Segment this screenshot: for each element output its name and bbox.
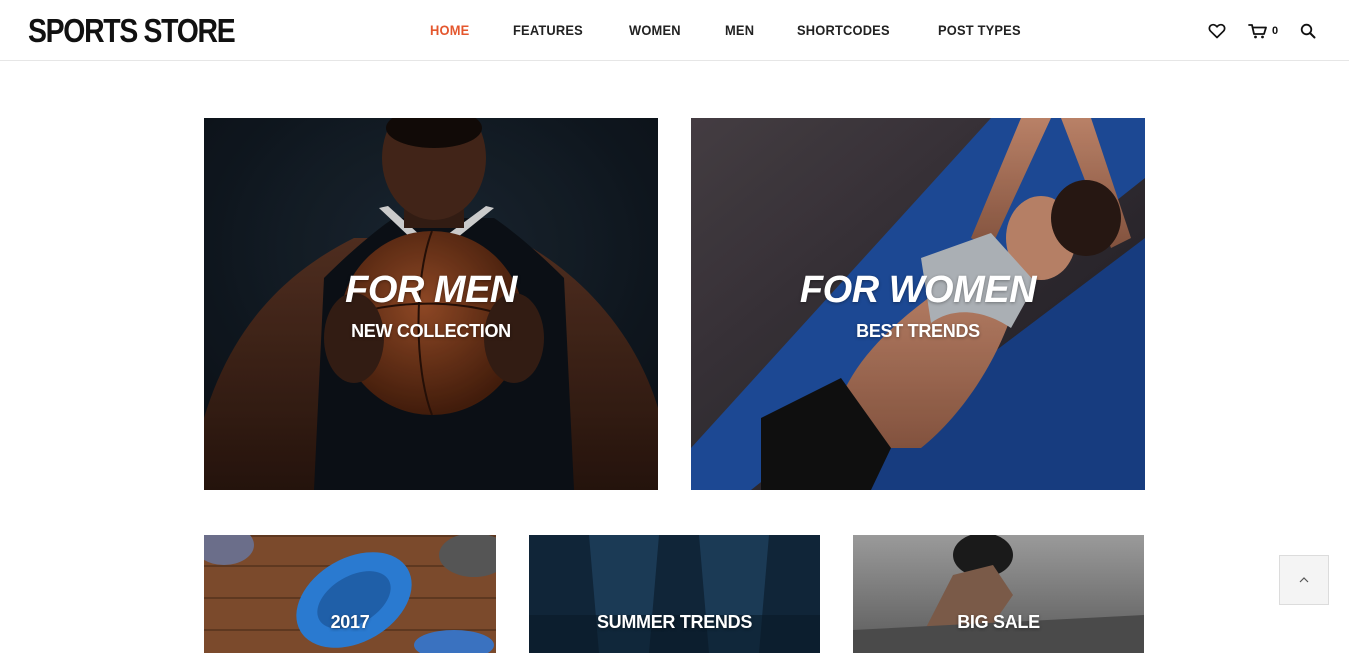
wishlist-button[interactable] xyxy=(1208,20,1226,42)
banner-for-women[interactable]: FOR WOMEN BEST TRENDS xyxy=(691,118,1145,490)
nav-shortcodes[interactable]: SHORTCODES xyxy=(797,22,890,38)
tile-big-sale-label: BIG SALE xyxy=(957,612,1040,632)
nav-women[interactable]: WOMEN xyxy=(629,22,681,38)
site-logo[interactable]: SPORTS STORE xyxy=(28,12,236,50)
tile-2017-label: 2017 xyxy=(330,612,370,632)
nav-men[interactable]: MEN xyxy=(725,22,754,38)
nav-features[interactable]: FEATURES xyxy=(513,22,583,38)
tile-big-sale[interactable]: BIG SALE xyxy=(853,535,1144,653)
nav-home[interactable]: HOME xyxy=(430,22,469,38)
banner-women-subtitle: BEST TRENDS xyxy=(856,321,980,341)
big-sale-image xyxy=(853,535,1144,653)
heart-icon xyxy=(1208,23,1226,39)
site-header: SPORTS STORE HOME FEATURES WOMEN MEN SHO… xyxy=(0,0,1349,61)
back-to-top-button[interactable] xyxy=(1279,555,1329,605)
chevron-up-icon xyxy=(1299,577,1309,583)
summer-trends-image xyxy=(529,535,820,653)
cart-icon xyxy=(1248,24,1267,39)
nav-post-types[interactable]: POST TYPES xyxy=(938,22,1021,38)
main-nav: HOME FEATURES WOMEN MEN SHORTCODES POST … xyxy=(430,22,1067,38)
banner-for-men[interactable]: FOR MEN NEW COLLECTION xyxy=(204,118,658,490)
cart-button[interactable]: 0 xyxy=(1248,20,1278,42)
shoes-on-wood-image xyxy=(204,535,496,653)
banner-men-title: FOR MEN xyxy=(345,269,517,311)
cart-count: 0 xyxy=(1272,25,1279,37)
tile-summer-trends-label: SUMMER TRENDS xyxy=(596,612,753,632)
tile-2017[interactable]: 2017 xyxy=(204,535,496,653)
search-button[interactable] xyxy=(1300,20,1316,42)
banner-women-title: FOR WOMEN xyxy=(799,269,1037,311)
tile-summer-trends[interactable]: SUMMER TRENDS xyxy=(529,535,820,653)
search-icon xyxy=(1300,23,1316,39)
banner-men-subtitle: NEW COLLECTION xyxy=(351,321,511,341)
